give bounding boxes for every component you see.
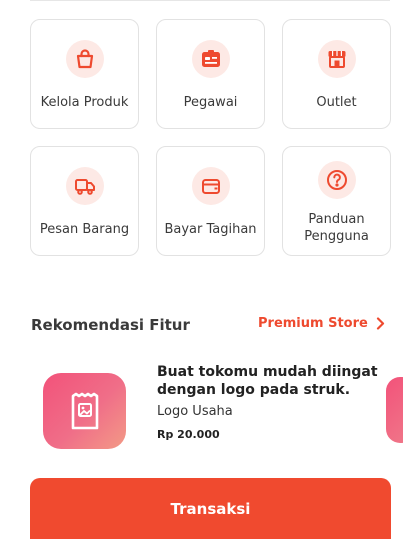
menu-label: Outlet <box>316 95 357 110</box>
premium-store-link[interactable]: Premium Store <box>258 316 385 331</box>
premium-store-label: Premium Store <box>258 316 368 331</box>
menu-pesan-barang[interactable]: Pesan Barang <box>30 146 139 256</box>
wallet-icon <box>191 167 230 205</box>
promo-price: Rp 20.000 <box>157 428 220 441</box>
menu-label: Panduan Pengguna <box>304 212 369 244</box>
menu-label: Pegawai <box>183 95 238 110</box>
menu-bayar-tagihan[interactable]: Bayar Tagihan <box>156 146 265 256</box>
section-title: Rekomendasi Fitur <box>31 316 190 334</box>
promo-headline: Buat tokomu mudah diingat dengan logo pa… <box>157 364 378 398</box>
transaksi-button[interactable]: Transaksi <box>30 478 391 539</box>
chevron-right-icon <box>376 317 384 330</box>
delivery-truck-icon <box>65 167 104 205</box>
menu-outlet[interactable]: Outlet <box>282 19 391 129</box>
promo-name: Logo Usaha <box>157 404 233 419</box>
help-question-icon <box>317 161 356 199</box>
menu-label: Pesan Barang <box>39 222 130 237</box>
employee-id-card-icon <box>191 40 230 78</box>
menu-pegawai[interactable]: Pegawai <box>156 19 265 129</box>
menu-label: Bayar Tagihan <box>164 222 257 237</box>
menu-kelola-produk[interactable]: Kelola Produk <box>30 19 139 129</box>
next-promo-card[interactable] <box>386 377 403 443</box>
promo-thumbnail[interactable] <box>43 373 126 449</box>
shopping-bag-icon <box>65 40 104 78</box>
store-icon <box>317 40 356 78</box>
menu-label: Kelola Produk <box>40 95 129 110</box>
menu-panduan-pengguna[interactable]: Panduan Pengguna <box>282 146 391 256</box>
divider <box>30 0 390 1</box>
receipt-image-icon <box>71 392 98 430</box>
